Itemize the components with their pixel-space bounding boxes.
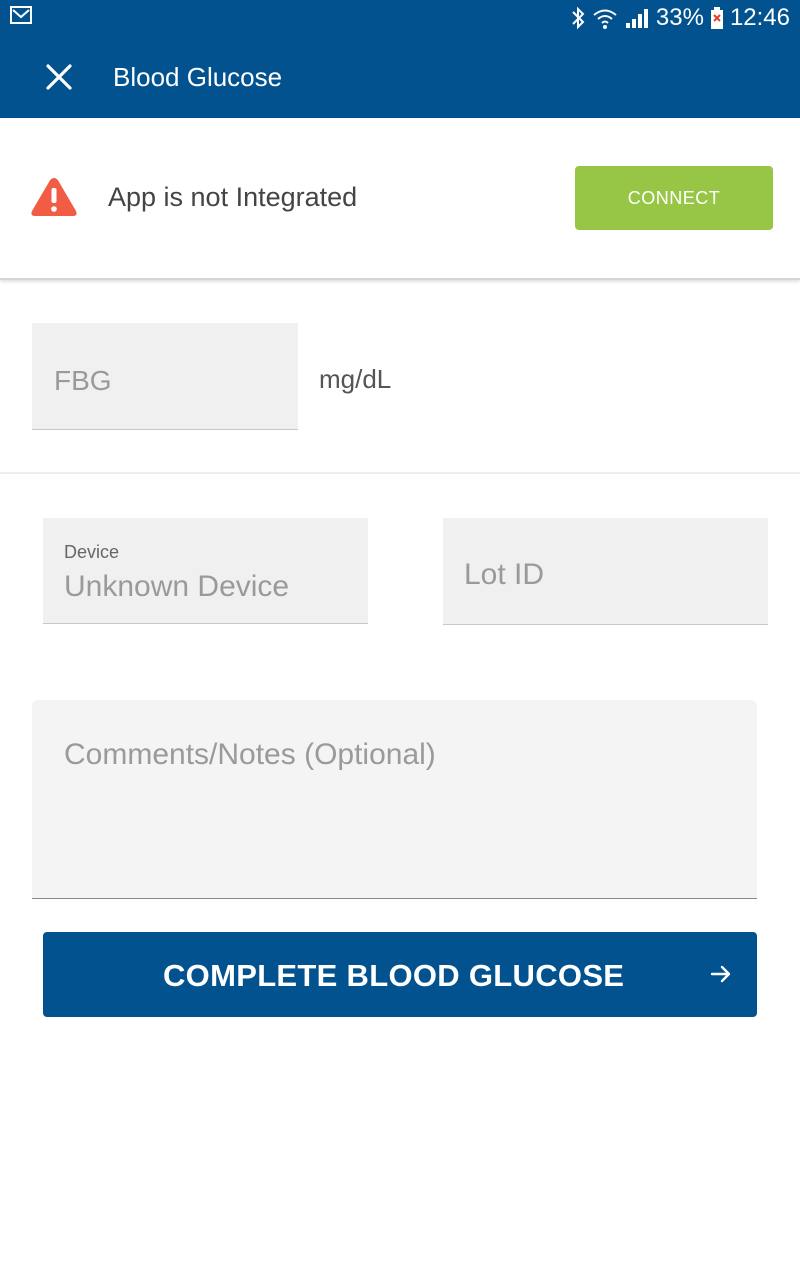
page-title: Blood Glucose [113, 62, 283, 92]
device-value: Unknown Device [64, 570, 290, 603]
integration-message: App is not Integrated [108, 182, 358, 212]
battery-icon [710, 7, 723, 29]
arrow-right-icon [710, 965, 731, 983]
app-bar: Blood Glucose [0, 36, 800, 118]
connect-button[interactable]: CONNECT [575, 166, 773, 230]
status-icons: 33% 12:46 [570, 4, 790, 32]
integration-banner: App is not Integrated CONNECT [0, 118, 800, 280]
complete-blood-glucose-button[interactable]: COMPLETE BLOOD GLUCOSE [43, 932, 757, 1017]
mail-icon [10, 6, 32, 24]
warning-icon [31, 178, 77, 216]
signal-icon [625, 9, 648, 28]
fbg-unit-label: mg/dL [319, 364, 392, 394]
lot-id-input[interactable]: Lot ID [443, 518, 768, 625]
status-bar: 33% 12:46 [0, 0, 800, 36]
bluetooth-icon [572, 6, 585, 30]
fbg-input[interactable]: FBG [32, 323, 298, 430]
wifi-icon [593, 9, 617, 29]
fbg-placeholder: FBG [54, 365, 112, 396]
device-select[interactable]: Device Unknown Device [43, 518, 368, 624]
battery-percent: 33% [655, 4, 704, 31]
comments-textarea[interactable]: Comments/Notes (Optional) [32, 700, 757, 899]
divider [0, 472, 800, 474]
device-label: Device [64, 542, 120, 562]
lot-id-placeholder: Lot ID [464, 558, 545, 591]
comments-placeholder: Comments/Notes (Optional) [64, 738, 436, 771]
status-time: 12:46 [729, 4, 790, 31]
close-icon[interactable] [44, 62, 74, 92]
complete-button-label: COMPLETE BLOOD GLUCOSE [163, 958, 625, 993]
